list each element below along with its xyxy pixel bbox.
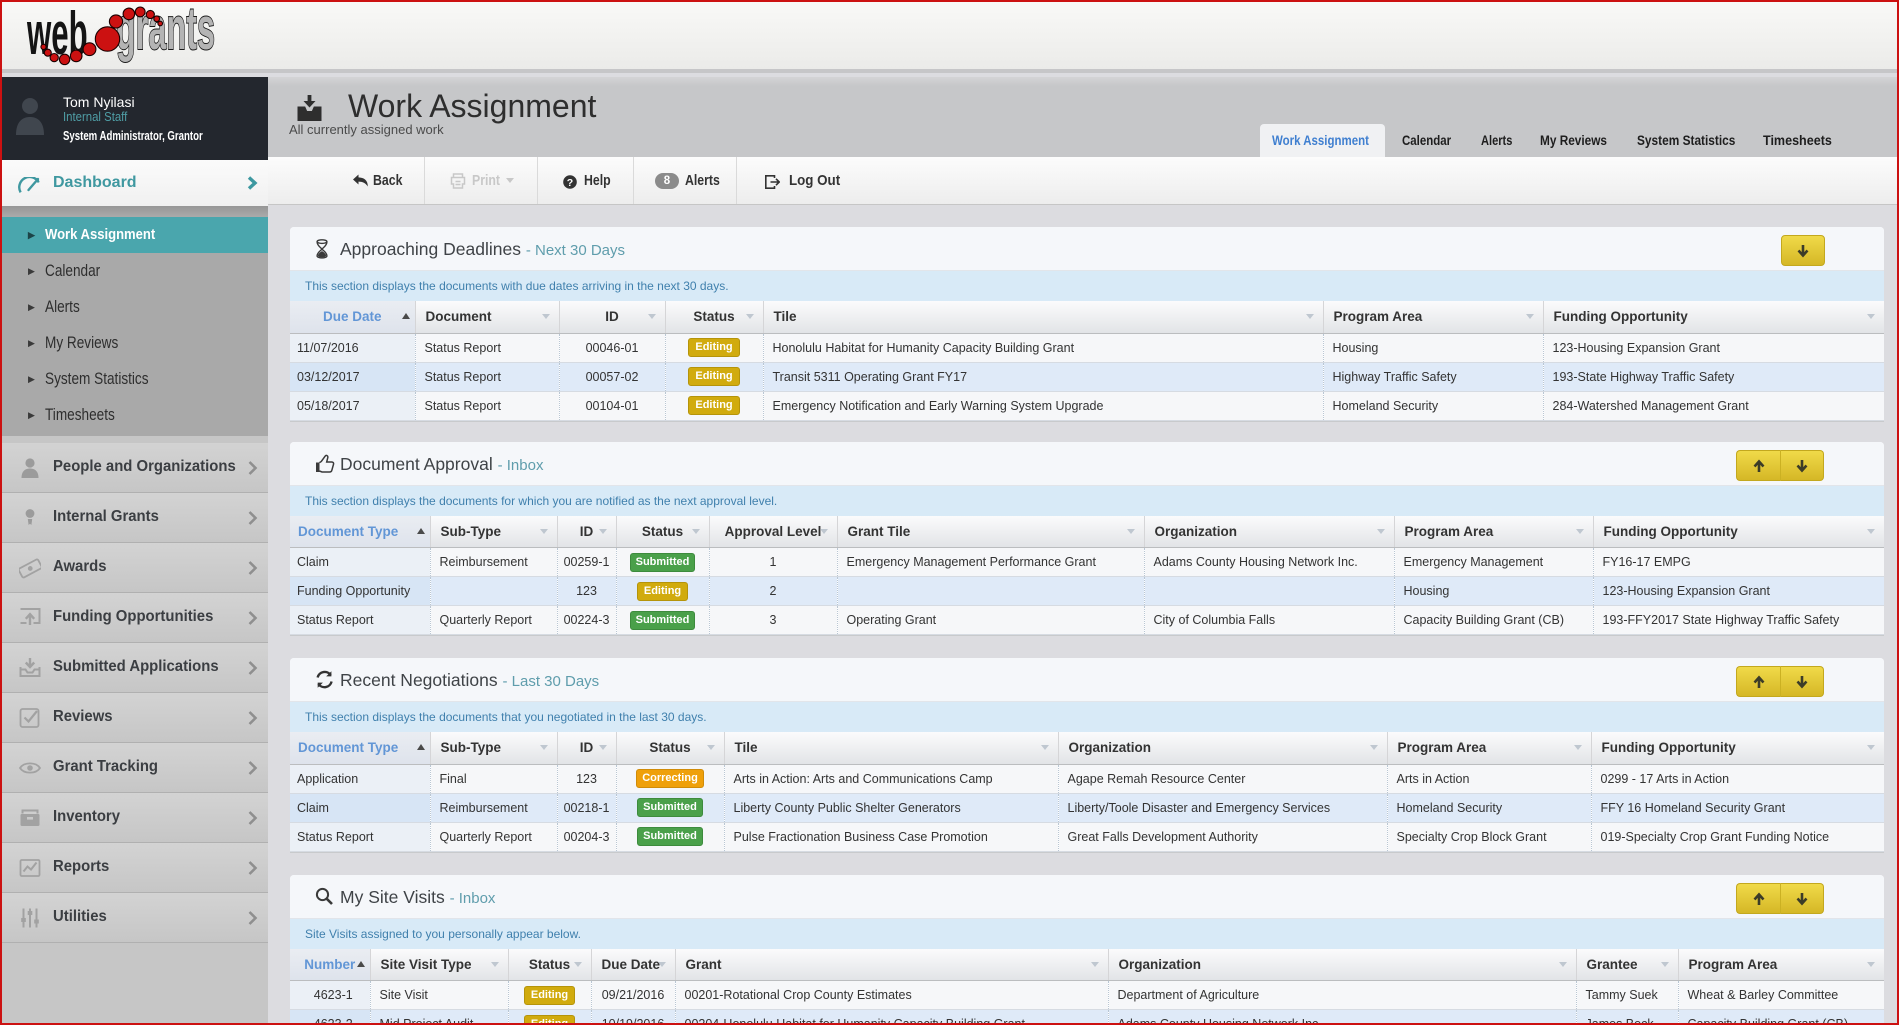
svg-text:?: ?	[567, 177, 573, 189]
